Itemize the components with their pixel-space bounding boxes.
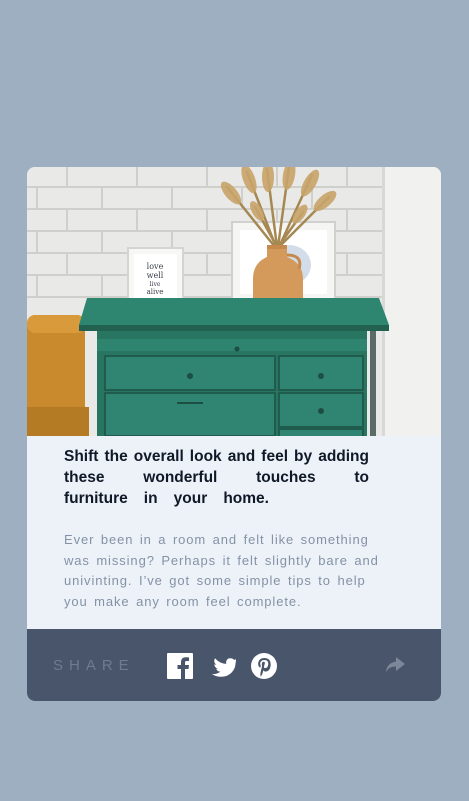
article-description: Ever been in a room and felt like someth…: [64, 532, 379, 609]
dresser-photo: love well live alive: [27, 167, 441, 436]
share-bar: SHARE: [27, 629, 441, 701]
article-body: Shift the overall look and feel by addin…: [27, 436, 441, 629]
twitter-icon[interactable]: [208, 653, 236, 679]
svg-text:live: live: [150, 281, 161, 288]
svg-text:alive: alive: [147, 288, 164, 296]
svg-text:well: well: [147, 271, 164, 280]
share-label: SHARE: [53, 657, 135, 674]
article-headline-end: furniture in your home.: [64, 490, 269, 507]
svg-text:love: love: [147, 262, 164, 271]
article-headline: Shift the overall look and feel by addin…: [64, 448, 369, 486]
article-card: love well live alive Shift the overall l…: [27, 167, 441, 701]
facebook-icon[interactable]: [167, 653, 193, 679]
share-icon[interactable]: [384, 654, 406, 676]
pinterest-icon[interactable]: [251, 653, 277, 679]
